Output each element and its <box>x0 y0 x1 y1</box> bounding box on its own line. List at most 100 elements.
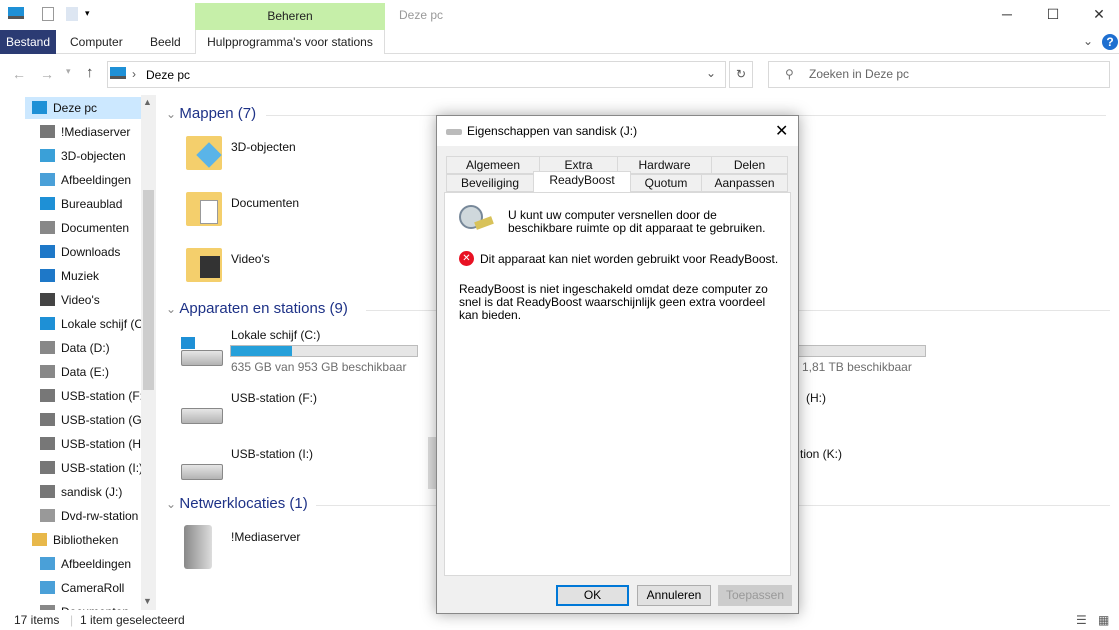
nav-item-icon <box>40 125 55 138</box>
details-view-button[interactable]: ☰ <box>1076 610 1087 630</box>
drive-c[interactable]: Lokale schijf (C:) <box>231 328 320 342</box>
tab-beeld[interactable]: Beeld <box>140 30 191 54</box>
drive-right-usage-bar <box>780 345 926 357</box>
nav-item[interactable]: USB-station (F:) <box>0 385 141 407</box>
nav-item[interactable]: Lokale schijf (C:) <box>0 313 141 335</box>
nav-item-icon <box>40 365 55 378</box>
drive-k[interactable]: tion (K:) <box>800 447 842 461</box>
nav-item-label: USB-station (F:) <box>61 389 141 403</box>
network-mediaserver[interactable]: !Mediaserver <box>231 530 300 544</box>
tab-algemeen[interactable]: Algemeen <box>446 156 540 174</box>
dialog-close-button[interactable]: ✕ <box>775 121 788 141</box>
nav-item-icon <box>40 197 55 210</box>
back-button[interactable]: ← <box>12 66 26 82</box>
tab-hulpprogrammas[interactable]: Hulpprogramma's voor stations <box>195 30 385 54</box>
section-label: Mappen (7) <box>179 105 257 122</box>
nav-item[interactable]: sandisk (J:) <box>0 481 141 503</box>
new-folder-quick-icon[interactable] <box>66 7 78 21</box>
nav-item[interactable]: Muziek <box>0 265 141 287</box>
nav-item-icon <box>40 317 55 330</box>
nav-item-icon <box>40 581 55 594</box>
tab-delen[interactable]: Delen <box>711 156 788 174</box>
drive-right-free: 1,81 TB beschikbaar <box>802 360 912 374</box>
nav-item[interactable]: USB-station (H:) <box>0 433 141 455</box>
section-apparaten[interactable]: ⌄ Apparaten en stations (9) <box>166 300 1110 320</box>
section-netwerk[interactable]: ⌄ Netwerklocaties (1) <box>166 495 1110 515</box>
nav-item-icon <box>40 245 55 258</box>
tab-bestand[interactable]: Bestand <box>0 30 56 54</box>
expand-ribbon-icon[interactable]: ⌄ <box>1083 34 1093 48</box>
nav-item-icon <box>40 341 55 354</box>
drive-f[interactable]: USB-station (F:) <box>231 391 317 405</box>
folder-videos[interactable]: Video's <box>231 252 270 266</box>
up-button[interactable]: ↑ <box>86 64 94 81</box>
computer-icon <box>8 7 24 19</box>
customize-quick-access-icon[interactable]: ▾ <box>85 8 90 19</box>
close-button[interactable]: ✕ <box>1076 0 1119 30</box>
cancel-button[interactable]: Annuleren <box>637 585 711 606</box>
nav-item-icon <box>40 149 55 162</box>
apply-button[interactable]: Toepassen <box>718 585 792 606</box>
nav-item-icon <box>40 437 55 450</box>
nav-item[interactable]: CameraRoll <box>0 577 141 599</box>
nav-item-label: Muziek <box>61 269 100 283</box>
address-bar[interactable]: › Deze pc ⌄ <box>107 61 726 88</box>
tab-aanpassen[interactable]: Aanpassen <box>701 174 788 192</box>
nav-item[interactable]: 3D-objecten <box>0 145 141 167</box>
nav-item[interactable]: Documenten <box>0 601 141 610</box>
nav-item[interactable]: Documenten <box>0 217 141 239</box>
minimize-button[interactable]: ─ <box>984 0 1030 30</box>
search-placeholder: Zoeken in Deze pc <box>809 67 910 81</box>
error-icon: ✕ <box>459 251 474 266</box>
folder-documenten[interactable]: Documenten <box>231 196 299 210</box>
nav-item-label: Data (D:) <box>61 341 110 355</box>
large-icons-view-button[interactable]: ▦ <box>1098 610 1109 630</box>
nav-item-label: Documenten <box>61 601 129 610</box>
forward-button[interactable]: → <box>40 66 54 82</box>
scroll-up-icon[interactable]: ▲ <box>143 97 152 107</box>
properties-quick-icon[interactable] <box>42 7 54 21</box>
nav-item[interactable]: Bureaublad <box>0 193 141 215</box>
tab-quotum[interactable]: Quotum <box>630 174 702 192</box>
maximize-button[interactable]: ☐ <box>1030 0 1076 30</box>
nav-item[interactable]: Afbeeldingen <box>0 553 141 575</box>
drive-h[interactable]: (H:) <box>806 391 826 405</box>
recent-locations-button[interactable]: ▾ <box>66 66 71 77</box>
drive-f-icon <box>181 408 223 424</box>
nav-item[interactable]: Afbeeldingen <box>0 169 141 191</box>
nav-item[interactable]: Dvd-rw-station <box>0 505 141 527</box>
nav-item[interactable]: Bibliotheken <box>0 529 141 551</box>
contextual-group-beheren[interactable]: Beheren <box>195 3 385 30</box>
tab-hardware[interactable]: Hardware <box>617 156 712 174</box>
drive-i[interactable]: USB-station (I:) <box>231 447 313 461</box>
nav-item[interactable]: USB-station (I:) <box>0 457 141 479</box>
section-mappen[interactable]: ⌄ Mappen (7) <box>166 105 1106 125</box>
nav-item[interactable]: USB-station (G:) <box>0 409 141 431</box>
nav-item[interactable]: Video's <box>0 289 141 311</box>
computer-icon <box>110 67 126 79</box>
refresh-button[interactable]: ↻ <box>729 61 753 88</box>
nav-item[interactable]: Downloads <box>0 241 141 263</box>
nav-item[interactable]: Data (D:) <box>0 337 141 359</box>
tab-computer[interactable]: Computer <box>60 30 133 54</box>
help-icon[interactable]: ? <box>1102 34 1118 50</box>
folder-videos-icon <box>186 248 222 282</box>
nav-item-icon <box>40 485 55 498</box>
search-icon: ⚲ <box>785 67 794 81</box>
nav-item-icon <box>40 389 55 402</box>
tab-beveiliging[interactable]: Beveiliging <box>446 174 534 192</box>
properties-dialog: Eigenschappen van sandisk (J:) ✕ Algemee… <box>436 115 799 614</box>
folder-3d-objecten[interactable]: 3D-objecten <box>231 140 296 154</box>
nav-item-label: Deze pc <box>53 101 98 115</box>
navigation-pane: Deze pc !Mediaserver 3D-objecten Afbeelding… <box>0 95 141 610</box>
nav-item[interactable]: Data (E:) <box>0 361 141 383</box>
nav-item-icon <box>40 221 55 234</box>
tab-readyboost[interactable]: ReadyBoost <box>533 171 631 192</box>
nav-item[interactable]: !Mediaserver <box>0 121 141 143</box>
nav-item[interactable]: Deze pc <box>25 97 141 119</box>
address-dropdown-icon[interactable]: ⌄ <box>706 66 716 80</box>
ok-button[interactable]: OK <box>556 585 629 606</box>
search-input[interactable]: ⚲ Zoeken in Deze pc <box>768 61 1110 88</box>
nav-scrollbar-thumb[interactable] <box>143 190 154 390</box>
scroll-down-icon[interactable]: ▼ <box>143 596 152 606</box>
